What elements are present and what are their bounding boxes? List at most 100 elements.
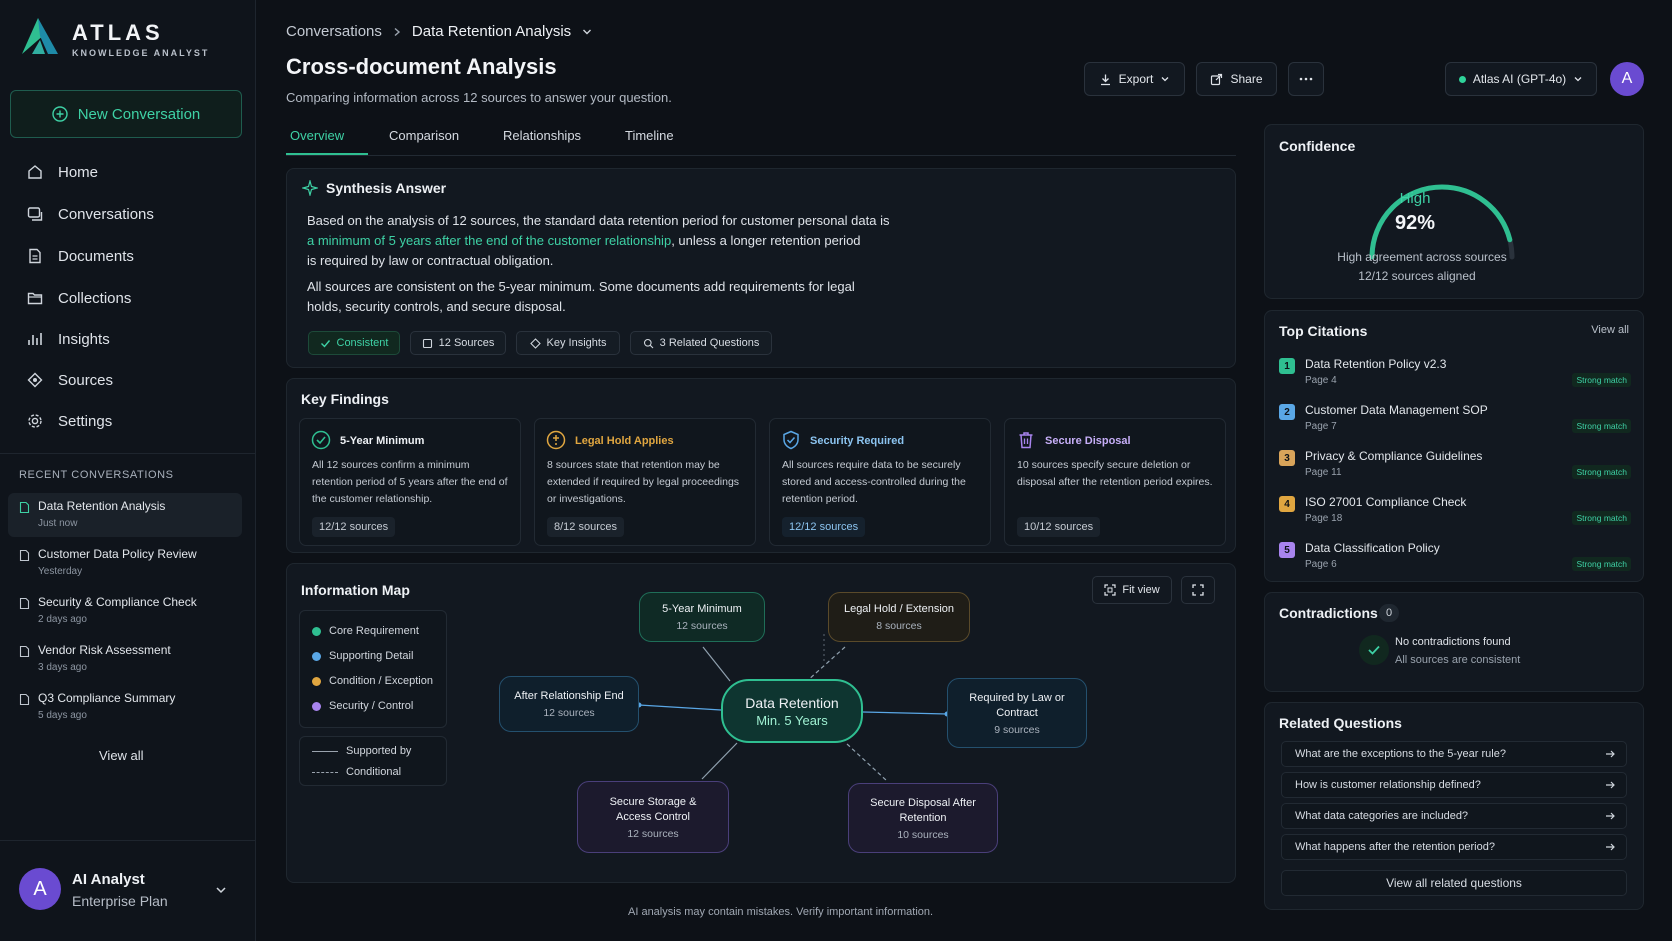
citation-item[interactable]: 2 Customer Data Management SOP Page 7 St…: [1277, 401, 1631, 439]
recent-conversations-heading: RECENT CONVERSATIONS: [19, 469, 174, 481]
node-sources: 8 sources: [876, 620, 922, 632]
sidebar-item-conversations[interactable]: Conversations: [26, 201, 154, 227]
citation-title: Privacy & Compliance Guidelines: [1305, 449, 1483, 463]
related-question-item[interactable]: How is customer relationship defined?: [1281, 772, 1627, 798]
check-badge: [1359, 635, 1389, 665]
sidebar-item-sources[interactable]: Sources: [26, 367, 113, 393]
confidence-value: 92%: [1394, 212, 1436, 234]
breadcrumb-root[interactable]: Conversations: [286, 23, 382, 40]
consistent-chip[interactable]: Consistent: [308, 331, 400, 355]
recent-conversation-item[interactable]: Vendor Risk Assessment 3 days ago: [8, 637, 242, 681]
match-badge: Strong match: [1572, 465, 1631, 479]
top-citations-title: Top Citations: [1279, 323, 1368, 339]
document-icon: [19, 597, 30, 610]
disclaimer-text: AI analysis may contain mistakes. Verify…: [628, 906, 934, 918]
confidence-panel: Confidence High 92% High agreement acros…: [1264, 124, 1644, 299]
share-icon: [1211, 73, 1223, 85]
sidebar-item-settings[interactable]: Settings: [26, 408, 112, 434]
sidebar-item-documents[interactable]: Documents: [26, 243, 134, 269]
recent-conversation-item[interactable]: Q3 Compliance Summary 5 days ago: [8, 685, 242, 729]
chevron-down-icon[interactable]: [581, 26, 593, 38]
sidebar-item-label: Collections: [58, 289, 132, 307]
top-citations-panel: Top Citations View all 1 Data Retention …: [1264, 310, 1644, 582]
synthesis-panel: Synthesis Answer Based on the analysis o…: [286, 168, 1236, 368]
tab-timeline[interactable]: Timeline: [625, 128, 674, 143]
synthesis-text: holds, security controls, and secure dis…: [307, 299, 566, 314]
tab-overview[interactable]: Overview: [290, 128, 344, 143]
citation-item[interactable]: 1 Data Retention Policy v2.3 Page 4 Stro…: [1277, 355, 1631, 393]
tab-relationships[interactable]: Relationships: [503, 128, 581, 143]
chevron-down-icon[interactable]: [214, 883, 228, 897]
view-all-related-questions-button[interactable]: View all related questions: [1281, 870, 1627, 896]
citation-item[interactable]: 3 Privacy & Compliance Guidelines Page 1…: [1277, 447, 1631, 485]
tab-comparison[interactable]: Comparison: [389, 128, 459, 143]
question-text: What are the exceptions to the 5-year ru…: [1295, 748, 1506, 760]
sidebar-item-insights[interactable]: Insights: [26, 326, 110, 352]
breadcrumb-current[interactable]: Data Retention Analysis: [412, 23, 571, 40]
more-options-button[interactable]: [1288, 62, 1324, 96]
information-map-panel: Information Map Core Requirement Support…: [286, 563, 1236, 883]
finding-title: Security Required: [810, 435, 905, 447]
sidebar-divider: [0, 453, 255, 454]
chevron-right-icon: [394, 27, 400, 36]
view-all-conversations-link[interactable]: View all: [99, 748, 144, 763]
view-all-citations-link[interactable]: View all: [1591, 324, 1629, 336]
node-title: Secure Disposal After Retention: [870, 796, 976, 824]
recent-title: Q3 Compliance Summary: [38, 691, 176, 705]
tab-bar: Overview Comparison Relationships Timeli…: [286, 120, 1236, 156]
export-label: Export: [1118, 72, 1154, 86]
arrow-right-icon: [1606, 750, 1615, 758]
node-sources: 12 sources: [627, 827, 679, 840]
recent-conversation-item[interactable]: Customer Data Policy Review Yesterday: [8, 541, 242, 585]
synthesis-paragraph-2: All sources are consistent on the 5-year…: [307, 277, 855, 317]
related-questions-panel: Related Questions What are the exception…: [1264, 702, 1644, 910]
avatar[interactable]: A: [1610, 62, 1644, 96]
related-question-item[interactable]: What happens after the retention period?: [1281, 834, 1627, 860]
share-button[interactable]: Share: [1196, 62, 1277, 96]
folder-icon: [27, 292, 43, 305]
recent-title: Security & Compliance Check: [38, 595, 197, 609]
breadcrumb: Conversations Data Retention Analysis: [286, 23, 593, 40]
export-button[interactable]: Export: [1084, 62, 1185, 96]
finding-card[interactable]: Secure Disposal 10 sources specify secur…: [1004, 418, 1226, 546]
recent-conversation-item[interactable]: Data Retention Analysis Just now: [8, 493, 242, 537]
arrow-right-icon: [1606, 812, 1615, 820]
sources-chip[interactable]: 12 Sources: [410, 331, 506, 355]
sidebar-item-collections[interactable]: Collections: [26, 285, 131, 311]
finding-body: All sources require data to be securely …: [782, 459, 966, 505]
citation-item[interactable]: 5 Data Classification Policy Page 6 Stro…: [1277, 539, 1631, 577]
confidence-note: High agreement across sources: [1337, 250, 1507, 264]
related-question-item[interactable]: What data categories are included?: [1281, 803, 1627, 829]
map-node-secure-disposal[interactable]: Secure Disposal After Retention 10 sourc…: [848, 783, 998, 853]
key-insights-chip[interactable]: Key Insights: [516, 331, 620, 355]
map-node-required-by-law[interactable]: Required by Law or Contract 9 sources: [947, 678, 1087, 748]
match-badge: Strong match: [1572, 373, 1631, 387]
map-node-legal-hold[interactable]: Legal Hold / Extension 8 sources: [828, 592, 970, 642]
chevron-down-icon: [1574, 77, 1582, 82]
citation-page: Page 7: [1305, 421, 1337, 432]
recent-conversation-item[interactable]: Security & Compliance Check 2 days ago: [8, 589, 242, 633]
map-node-after-relationship-end[interactable]: After Relationship End 12 sources: [499, 676, 639, 732]
finding-card[interactable]: Legal Hold Applies 8 sources state that …: [534, 418, 756, 546]
model-selector[interactable]: Atlas AI (GPT-4o): [1445, 62, 1597, 96]
match-badge: Strong match: [1572, 557, 1631, 571]
match-badge: Strong match: [1572, 419, 1631, 433]
map-node-data-retention-center[interactable]: Data Retention Min. 5 Years: [721, 679, 863, 743]
document-icon: [19, 645, 30, 658]
finding-title: 5-Year Minimum: [340, 435, 425, 447]
finding-card[interactable]: 5-Year Minimum All 12 sources confirm a …: [299, 418, 521, 546]
related-questions-chip[interactable]: 3 Related Questions: [630, 331, 772, 355]
map-node-five-year-minimum[interactable]: 5-Year Minimum 12 sources: [639, 592, 765, 642]
map-node-secure-storage[interactable]: Secure Storage & Access Control 12 sourc…: [577, 781, 729, 853]
new-conversation-button[interactable]: New Conversation: [10, 90, 242, 138]
sidebar-item-home[interactable]: Home: [26, 159, 98, 185]
node-sources: 9 sources: [994, 723, 1040, 736]
recent-title: Vendor Risk Assessment: [38, 643, 171, 657]
citation-item[interactable]: 4 ISO 27001 Compliance Check Page 18 Str…: [1277, 493, 1631, 531]
related-question-item[interactable]: What are the exceptions to the 5-year ru…: [1281, 741, 1627, 767]
user-profile[interactable]: A AI Analyst Enterprise Plan: [0, 840, 256, 941]
sidebar-item-label: Insights: [58, 330, 110, 348]
node-title: Data Retention: [745, 695, 839, 711]
model-label: Atlas AI (GPT-4o): [1472, 72, 1567, 86]
finding-card[interactable]: Security Required All sources require da…: [769, 418, 991, 546]
